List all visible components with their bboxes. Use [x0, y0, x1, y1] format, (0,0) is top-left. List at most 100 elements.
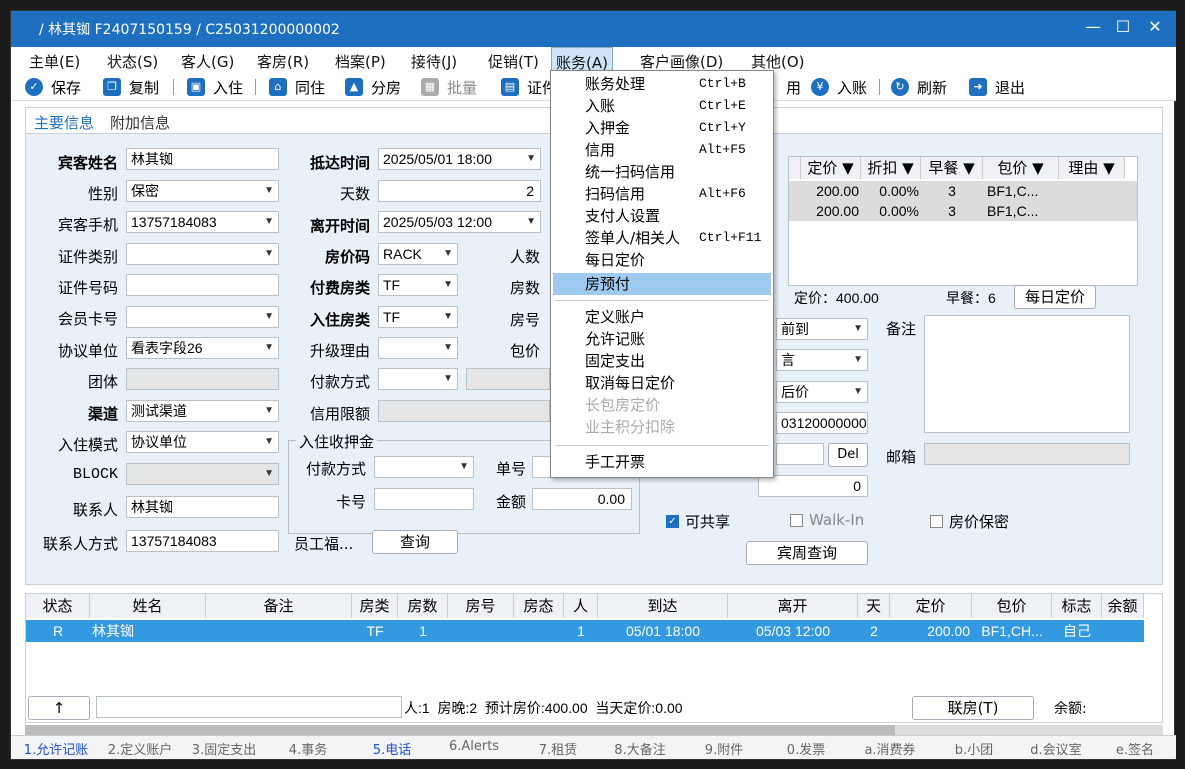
menu-item-room-prepay[interactable]: 房预付: [553, 273, 771, 295]
grid-cell[interactable]: 200.00: [807, 181, 859, 201]
daily-price-button[interactable]: 每日定价: [1014, 285, 1096, 309]
grid-header-price[interactable]: 定价 ▼: [801, 157, 861, 179]
footer-allow-posting[interactable]: 1.允许记账: [15, 739, 97, 758]
days-input[interactable]: 2: [378, 180, 541, 202]
checkin-mode-select[interactable]: 协议单位 ▼: [126, 431, 279, 453]
member-card-select[interactable]: ▼: [126, 306, 279, 328]
col-roomno[interactable]: 房号: [448, 594, 514, 618]
contact-input[interactable]: 林其铷: [126, 496, 279, 518]
col-balance[interactable]: 余额: [1102, 594, 1144, 618]
agreement-select[interactable]: 看表字段26 ▼: [126, 337, 279, 359]
col-package[interactable]: 包价: [972, 594, 1052, 618]
order-no-input[interactable]: 03120000000: [776, 412, 868, 434]
footer-lease[interactable]: 7.租赁: [517, 739, 599, 758]
grid-cell[interactable]: 200.00: [807, 201, 859, 221]
grid-cell[interactable]: 0.00%: [865, 201, 919, 221]
split-room-button[interactable]: ▲ 分房: [345, 76, 401, 98]
close-icon[interactable]: ✕: [1143, 17, 1167, 36]
save-button[interactable]: ✓ 保存: [25, 76, 81, 98]
col-days[interactable]: 天: [858, 594, 890, 618]
menu-item-scan-credit[interactable]: 扫码信用 Alt+F6: [553, 183, 771, 205]
menu-item-deposit[interactable]: 入押金 Ctrl+Y: [553, 117, 771, 139]
menu-item-fixed-expense[interactable]: 固定支出: [553, 350, 771, 372]
phone-select[interactable]: 13757184083 ▼: [126, 211, 279, 233]
col-roomstatus[interactable]: 房态: [514, 594, 564, 618]
paytype-select[interactable]: TF ▼: [378, 274, 458, 296]
col-flag[interactable]: 标志: [1052, 594, 1102, 618]
arrive-select[interactable]: 2025/05/01 18:00 ▼: [378, 148, 541, 170]
menu-item-manual-invoice[interactable]: 手工开票: [553, 451, 771, 473]
footer-define-account[interactable]: 2.定义账户: [99, 739, 181, 758]
certificate-button[interactable]: ▤ 证件: [501, 76, 557, 98]
menu-room[interactable]: 客房(R): [257, 51, 309, 72]
email-input[interactable]: [924, 443, 1130, 465]
copy-button[interactable]: ❐ 复制: [103, 76, 159, 98]
rate-status-select[interactable]: 后价 ▼: [776, 381, 868, 403]
footer-small-group[interactable]: b.小团: [933, 739, 1015, 758]
footer-signature[interactable]: e.签名: [1099, 739, 1171, 758]
table-row[interactable]: R 林其铷 TF 1 1 05/01 18:00 05/03 12:00 2 2…: [26, 620, 1144, 642]
share-checkbox[interactable]: ✓ 可共享: [666, 511, 730, 532]
tab-main-info[interactable]: 主要信息: [34, 112, 94, 133]
menu-promotion[interactable]: 促销(T): [488, 51, 539, 72]
credit-status-select[interactable]: 言 ▼: [776, 349, 868, 371]
contact-way-input[interactable]: 13757184083: [126, 530, 279, 552]
staff-welfare-label[interactable]: 员工福...: [294, 533, 353, 554]
checkin-button[interactable]: ▣ 入住: [187, 76, 243, 98]
footer-voucher[interactable]: a.消费券: [849, 739, 931, 758]
use-button[interactable]: 用: [786, 76, 801, 98]
zero-input[interactable]: 0: [758, 475, 868, 497]
grid-cell[interactable]: BF1,C...: [987, 181, 1057, 201]
remark-textarea[interactable]: [924, 315, 1130, 433]
menu-customer-profile[interactable]: 客户画像(D): [640, 51, 723, 72]
leave-select[interactable]: 2025/05/03 12:00 ▼: [378, 211, 541, 233]
horizontal-scrollbar[interactable]: [25, 725, 1163, 735]
week-query-button[interactable]: 宾周查询: [746, 541, 868, 565]
menu-item-post[interactable]: 入账 Ctrl+E: [553, 95, 771, 117]
menu-status[interactable]: 状态(S): [107, 51, 158, 72]
up-button[interactable]: ↑: [28, 696, 90, 720]
footer-attachment[interactable]: 9.附件: [683, 739, 765, 758]
menu-item-payer-settings[interactable]: 支付人设置: [553, 205, 771, 227]
guest-name-input[interactable]: 林其铷: [126, 148, 279, 170]
menu-item-accounting[interactable]: 账务处理 Ctrl+B: [553, 73, 771, 95]
blank-input[interactable]: [776, 443, 824, 465]
filter-input[interactable]: [96, 696, 402, 718]
upgrade-select[interactable]: ▼: [378, 337, 458, 359]
menu-reception[interactable]: 接待(J): [411, 51, 457, 72]
footer-phone[interactable]: 5.电话: [351, 739, 433, 758]
col-arrive[interactable]: 到达: [598, 594, 728, 618]
col-status[interactable]: 状态: [26, 594, 90, 618]
batch-button[interactable]: ▦ 批量: [421, 76, 477, 98]
grid-cell[interactable]: BF1,C...: [987, 201, 1057, 221]
col-price[interactable]: 定价: [890, 594, 972, 618]
rate-privacy-checkbox[interactable]: 房价保密: [930, 511, 1009, 532]
channel-select[interactable]: 测试渠道 ▼: [126, 400, 279, 422]
deposit-no-input[interactable]: [532, 456, 552, 478]
tab-extra-info[interactable]: 附加信息: [110, 112, 170, 133]
col-name[interactable]: 姓名: [90, 594, 206, 618]
menu-item-credit[interactable]: 信用 Alt+F5: [553, 139, 771, 161]
menu-item-allow-posting[interactable]: 允许记账: [553, 328, 771, 350]
gender-select[interactable]: 保密 ▼: [126, 180, 279, 202]
walkin-checkbox[interactable]: Walk-In: [790, 511, 864, 529]
cert-type-select[interactable]: ▼: [126, 243, 279, 265]
menu-item-signer[interactable]: 签单人/相关人 Ctrl+F11: [553, 227, 771, 249]
query-button[interactable]: 查询: [372, 530, 458, 554]
grid-cell[interactable]: 0.00%: [865, 181, 919, 201]
post-button[interactable]: ¥ 入账: [811, 76, 867, 98]
menu-item-unified-scan-credit[interactable]: 统一扫码信用: [553, 161, 771, 183]
col-remark[interactable]: 备注: [206, 594, 352, 618]
grid-header-reason[interactable]: 理由 ▼: [1059, 157, 1125, 179]
footer-big-remark[interactable]: 8.大备注: [599, 739, 681, 758]
col-roomtype[interactable]: 房类: [352, 594, 398, 618]
roomtype-select[interactable]: TF ▼: [378, 306, 458, 328]
menu-main[interactable]: 主单(E): [29, 51, 80, 72]
minimize-icon[interactable]: —: [1081, 17, 1105, 36]
col-rooms[interactable]: 房数: [398, 594, 448, 618]
grid-header-discount[interactable]: 折扣 ▼: [861, 157, 921, 179]
menu-item-cancel-daily-price[interactable]: 取消每日定价: [553, 372, 771, 394]
footer-invoice[interactable]: 0.发票: [765, 739, 847, 758]
exit-button[interactable]: ➜ 退出: [969, 76, 1025, 98]
footer-fixed-expense[interactable]: 3.固定支出: [183, 739, 265, 758]
